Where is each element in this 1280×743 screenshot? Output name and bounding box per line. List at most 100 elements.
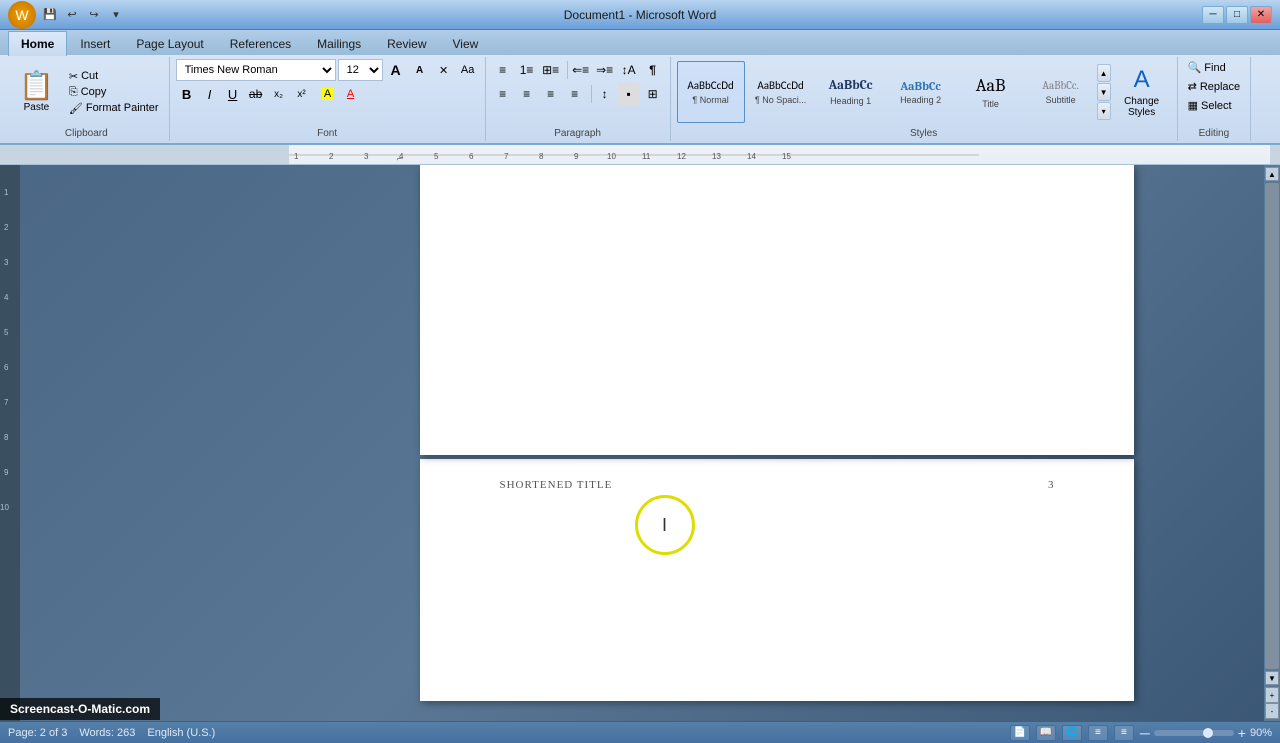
tab-references[interactable]: References: [217, 31, 304, 56]
decrease-indent-button[interactable]: ⇐≡: [570, 59, 592, 81]
close-button[interactable]: ✕: [1250, 6, 1272, 24]
font-shrink-button[interactable]: A: [409, 59, 431, 81]
style-no-spacing[interactable]: AaBbCcDd ¶ No Spaci...: [747, 61, 815, 123]
multilevel-button[interactable]: ⊞≡: [540, 59, 562, 81]
zoom-bar: ─ + 90%: [1140, 725, 1272, 741]
undo-button[interactable]: ↩: [62, 5, 82, 25]
show-hide-button[interactable]: ¶: [642, 59, 664, 81]
tab-page-layout[interactable]: Page Layout: [123, 31, 216, 56]
cut-button[interactable]: ✂ Cut: [67, 69, 161, 84]
ribbon-tabs: Home Insert Page Layout References Maili…: [0, 30, 1280, 55]
zoom-in-button[interactable]: +: [1265, 687, 1279, 703]
change-styles-button[interactable]: A ChangeStyles: [1113, 61, 1171, 123]
strikethrough-button[interactable]: ab: [245, 83, 267, 105]
replace-button[interactable]: ⇄ Replace: [1184, 78, 1245, 95]
bullets-button[interactable]: ≡: [492, 59, 514, 81]
svg-text:8: 8: [539, 152, 544, 161]
tab-review[interactable]: Review: [374, 31, 439, 56]
font-grow-button[interactable]: A: [385, 59, 407, 81]
style-no-spacing-label: ¶ No Spaci...: [755, 95, 806, 105]
select-button[interactable]: ▦ Select: [1184, 97, 1245, 114]
borders-button[interactable]: ⊞: [642, 83, 664, 105]
svg-text:4: 4: [4, 293, 9, 302]
zoom-thumb[interactable]: [1203, 728, 1213, 738]
style-subtitle-preview: AaBbCc.: [1042, 79, 1078, 92]
scroll-down-button[interactable]: ▼: [1265, 671, 1279, 685]
paragraph-label: Paragraph: [554, 128, 601, 139]
style-subtitle[interactable]: AaBbCc. Subtitle: [1027, 61, 1095, 123]
align-left-button[interactable]: ≡: [492, 83, 514, 105]
font-size-select[interactable]: 12: [338, 59, 383, 81]
redo-button[interactable]: ↪: [84, 5, 104, 25]
numbering-button[interactable]: 1≡: [516, 59, 538, 81]
bold-button[interactable]: B: [176, 83, 198, 105]
minimize-button[interactable]: ─: [1202, 6, 1224, 24]
sort-button[interactable]: ↕A: [618, 59, 640, 81]
align-center-button[interactable]: ≡: [516, 83, 538, 105]
shading-button[interactable]: ▪: [618, 83, 640, 105]
style-heading1[interactable]: AaBbCc Heading 1: [817, 61, 885, 123]
style-title[interactable]: AaB Title: [957, 61, 1025, 123]
outline-button[interactable]: ≡: [1088, 725, 1108, 741]
paste-button[interactable]: 📋 Paste: [10, 67, 63, 118]
svg-text:15: 15: [782, 152, 791, 161]
subscript-button[interactable]: x₂: [268, 83, 290, 105]
styles-scroll-down[interactable]: ▼: [1097, 83, 1111, 101]
print-layout-button[interactable]: 📄: [1010, 725, 1030, 741]
svg-text:10: 10: [607, 152, 616, 161]
styles-scroll-up[interactable]: ▲: [1097, 64, 1111, 82]
zoom-out-button[interactable]: -: [1265, 703, 1279, 719]
draft-button[interactable]: ≡: [1114, 725, 1134, 741]
page-1[interactable]: I: [420, 165, 1134, 455]
svg-text:7: 7: [4, 398, 9, 407]
svg-text:1: 1: [294, 152, 299, 161]
maximize-button[interactable]: □: [1226, 6, 1248, 24]
styles-expand[interactable]: ▾: [1097, 102, 1111, 120]
full-reading-button[interactable]: 📖: [1036, 725, 1056, 741]
zoom-out-status[interactable]: ─: [1140, 725, 1150, 741]
increase-indent-button[interactable]: ⇒≡: [594, 59, 616, 81]
copy-button[interactable]: ⎘ Copy: [67, 85, 161, 100]
clear-formatting-button[interactable]: ✕: [433, 59, 455, 81]
page-2[interactable]: SHORTENED TITLE 3: [420, 459, 1134, 701]
text-highlight-button[interactable]: A: [317, 83, 339, 105]
tab-view[interactable]: View: [440, 31, 492, 56]
format-painter-button[interactable]: 🖌 Format Painter: [67, 101, 161, 116]
ribbon-content: 📋 Paste ✂ Cut ⎘ Copy 🖌 Format Painter: [0, 55, 1280, 143]
status-bar-left: Page: 2 of 3 Words: 263 English (U.S.): [8, 727, 215, 739]
zoom-in-status[interactable]: +: [1238, 725, 1246, 741]
underline-button[interactable]: U: [222, 83, 244, 105]
web-layout-button[interactable]: 🌐: [1062, 725, 1082, 741]
font-name-select[interactable]: Times New Roman: [176, 59, 336, 81]
save-button[interactable]: 💾: [40, 5, 60, 25]
tab-mailings[interactable]: Mailings: [304, 31, 374, 56]
svg-text:3: 3: [364, 152, 369, 161]
quick-access-dropdown[interactable]: ▾: [106, 5, 126, 25]
scroll-thumb[interactable]: [1265, 183, 1279, 669]
svg-text:8: 8: [4, 433, 9, 442]
justify-button[interactable]: ≡: [564, 83, 586, 105]
superscript-button[interactable]: x²: [291, 83, 313, 105]
ribbon: Home Insert Page Layout References Maili…: [0, 30, 1280, 145]
office-button[interactable]: W: [8, 1, 36, 29]
style-normal[interactable]: AaBbCcDd ¶ Normal: [677, 61, 745, 123]
vertical-scrollbar[interactable]: ▲ ▼ + -: [1264, 165, 1280, 721]
scroll-up-button[interactable]: ▲: [1265, 167, 1279, 181]
tab-home[interactable]: Home: [8, 31, 67, 56]
style-no-spacing-preview: AaBbCcDd: [757, 79, 803, 92]
zoom-level: 90%: [1250, 727, 1272, 739]
paragraph-row2: ≡ ≡ ≡ ≡ ↕ ▪ ⊞: [492, 83, 664, 105]
line-spacing-button[interactable]: ↕: [594, 83, 616, 105]
align-right-button[interactable]: ≡: [540, 83, 562, 105]
italic-button[interactable]: I: [199, 83, 221, 105]
zoom-slider[interactable]: [1154, 730, 1234, 736]
find-button[interactable]: 🔍 Find: [1184, 59, 1245, 76]
style-heading2[interactable]: AaBbCc Heading 2: [887, 61, 955, 123]
paragraph-content: ≡ 1≡ ⊞≡ ⇐≡ ⇒≡ ↕A ¶ ≡ ≡ ≡ ≡ ↕ ▪: [492, 59, 664, 105]
title-bar: W 💾 ↩ ↪ ▾ Document1 - Microsoft Word ─ □…: [0, 0, 1280, 30]
tab-insert[interactable]: Insert: [67, 31, 123, 56]
font-color-button[interactable]: A: [340, 83, 362, 105]
cut-icon: ✂: [69, 70, 78, 83]
editing-label: Editing: [1199, 128, 1230, 139]
change-case-button[interactable]: Aa: [457, 59, 479, 81]
